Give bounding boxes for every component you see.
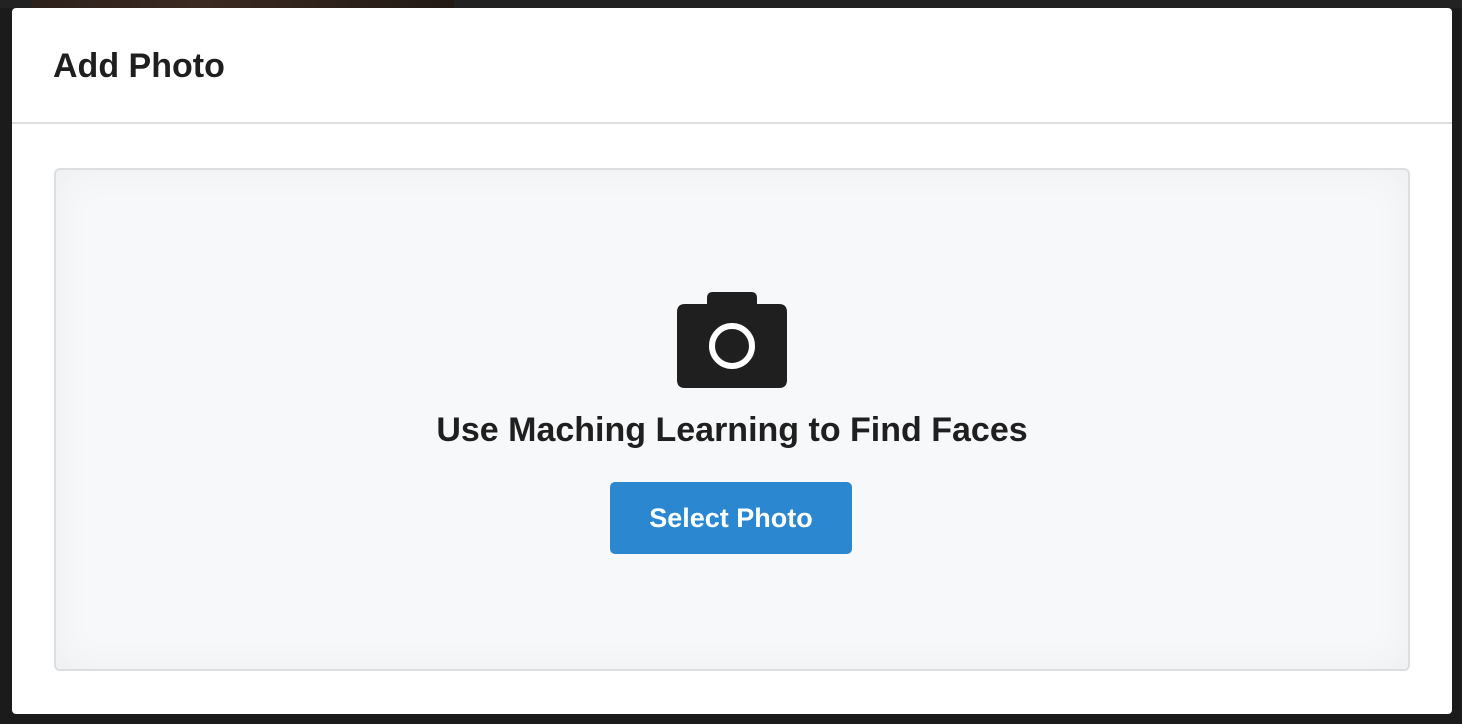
- select-photo-button[interactable]: Select Photo: [610, 482, 852, 554]
- camera-icon: [677, 292, 787, 388]
- background-photo: [32, 0, 454, 8]
- modal-body: Use Maching Learning to Find Faces Selec…: [12, 124, 1452, 714]
- photo-dropzone[interactable]: Use Maching Learning to Find Faces Selec…: [54, 168, 1410, 671]
- dropzone-heading: Use Maching Learning to Find Faces: [436, 411, 1028, 449]
- modal-title: Add Photo: [53, 47, 225, 85]
- add-photo-modal: Add Photo Use Maching Learning to Find F…: [12, 8, 1452, 714]
- modal-header: Add Photo: [12, 8, 1452, 124]
